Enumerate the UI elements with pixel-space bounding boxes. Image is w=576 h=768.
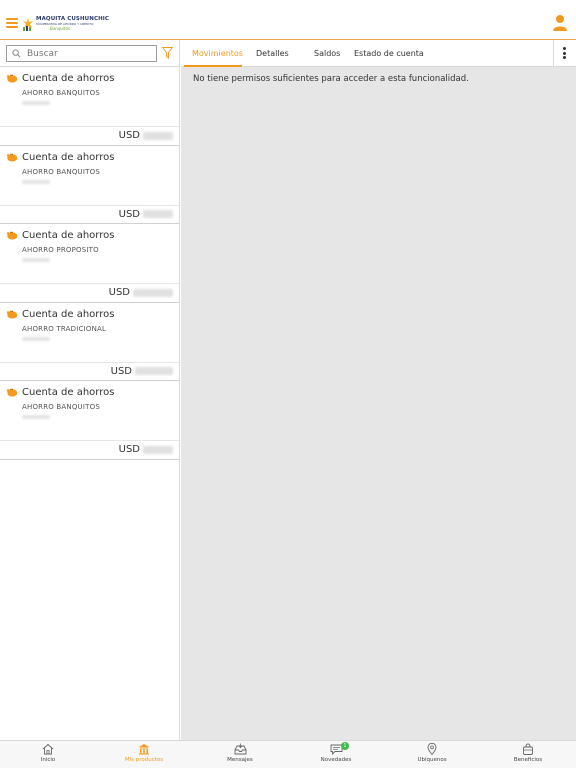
nav-label: Ubíquenos — [417, 757, 447, 763]
account-amount-redacted — [133, 288, 173, 297]
divider — [0, 204, 179, 206]
divider — [553, 40, 554, 67]
account-amount-redacted — [143, 131, 173, 140]
account-currency: USD — [108, 287, 130, 299]
account-title: Cuenta de ahorros — [22, 387, 115, 399]
account-list: Cuenta de ahorros AHORRO BANQUITOS USD C… — [0, 67, 179, 460]
nav-label: Mis productos — [124, 757, 164, 763]
piggy-bank-icon — [6, 153, 18, 162]
account-number-redacted — [22, 258, 50, 263]
nav-inicio[interactable]: Inicio — [18, 743, 78, 767]
tab-saldos[interactable]: Saldos — [314, 49, 340, 58]
search-icon — [12, 49, 21, 58]
inbox-icon — [234, 743, 246, 755]
account-amount-redacted — [135, 367, 173, 376]
logo-mark-icon — [23, 18, 33, 31]
account-balance: USD — [111, 366, 173, 377]
bag-icon — [523, 743, 533, 755]
account-title: Cuenta de ahorros — [22, 230, 115, 242]
account-currency: USD — [118, 444, 140, 456]
notification-badge: 1 — [341, 742, 349, 750]
nav-ubiquenos[interactable]: Ubíquenos — [402, 743, 462, 767]
nav-label: Inicio — [40, 757, 56, 763]
account-type: AHORRO BANQUITOS — [22, 89, 100, 97]
logo-tagline: Banquitos — [50, 26, 71, 32]
nav-label: Beneficios — [513, 757, 543, 763]
account-balance: USD — [109, 287, 173, 298]
account-currency: USD — [118, 130, 140, 141]
nav-mensajes[interactable]: Mensajes — [210, 743, 270, 767]
filter-icon[interactable] — [162, 47, 173, 59]
bank-icon — [139, 744, 149, 755]
account-balance: USD — [119, 209, 173, 220]
account-type: AHORRO BANQUITOS — [22, 403, 100, 412]
permission-message: No tiene permisos suficientes para acced… — [193, 74, 469, 84]
account-item[interactable]: Cuenta de ahorros AHORRO BANQUITOS USD — [0, 146, 179, 225]
location-pin-icon — [427, 743, 437, 755]
more-options-icon[interactable] — [563, 47, 567, 60]
divider — [0, 361, 179, 363]
tab-estado-de-cuenta[interactable]: Estado de cuenta — [354, 49, 424, 58]
user-profile-icon[interactable] — [552, 14, 568, 32]
account-type: AHORRO PROPOSITO — [22, 246, 99, 255]
piggy-bank-icon — [6, 231, 18, 240]
accounts-panel: Cuenta de ahorros AHORRO BANQUITOS USD C… — [0, 40, 180, 740]
nav-label: Mensajes — [227, 757, 253, 763]
account-type: AHORRO TRADICIONAL — [22, 324, 107, 333]
home-icon — [42, 743, 54, 755]
account-title: Cuenta de ahorros — [22, 151, 115, 163]
piggy-bank-icon — [6, 389, 18, 397]
account-item[interactable]: Cuenta de ahorros AHORRO BANQUITOS USD — [0, 381, 179, 460]
account-item[interactable]: Cuenta de ahorros AHORRO BANQUITOS USD — [0, 67, 179, 146]
divider — [0, 126, 179, 127]
nav-mis-productos[interactable]: Mis productos — [114, 743, 174, 767]
search-input[interactable] — [27, 48, 147, 59]
piggy-bank-icon — [6, 310, 18, 319]
divider — [0, 283, 179, 285]
tab-detalles[interactable]: Detalles — [256, 49, 289, 58]
nav-beneficios[interactable]: Beneficios — [498, 743, 558, 767]
account-item[interactable]: Cuenta de ahorros AHORRO PROPOSITO USD — [0, 224, 179, 303]
divider — [0, 440, 179, 442]
account-number-redacted — [22, 336, 50, 341]
nav-novedades[interactable]: 1 Novedades — [306, 742, 366, 767]
account-item[interactable]: Cuenta de ahorros AHORRO TRADICIONAL USD — [0, 303, 179, 382]
account-detail-panel: Movimientos Detalles Saldos Estado de cu… — [181, 40, 576, 740]
bottom-navigation: Inicio Mis productos Mensajes 1 Novedade… — [0, 740, 576, 768]
account-currency: USD — [110, 365, 132, 377]
piggy-bank-icon — [6, 74, 18, 83]
account-currency: USD — [118, 208, 140, 220]
account-number-redacted — [22, 415, 50, 420]
tab-movimientos[interactable]: Movimientos — [192, 49, 243, 58]
logo-subtitle: COOPERATIVA DE AHORRO Y CRÉDITO — [36, 22, 94, 27]
account-title: Cuenta de ahorros — [22, 73, 115, 84]
active-tab-indicator — [184, 65, 242, 67]
account-title: Cuenta de ahorros — [22, 308, 115, 320]
account-balance: USD — [119, 130, 173, 141]
tab-bar: Movimientos Detalles Saldos Estado de cu… — [181, 40, 576, 67]
search-row — [0, 40, 179, 67]
top-bar: MAQUITA CUSHUNCHIC COOPERATIVA DE AHORRO… — [0, 0, 576, 40]
search-box[interactable] — [6, 45, 157, 62]
account-amount-redacted — [143, 210, 173, 219]
account-type: AHORRO BANQUITOS — [22, 167, 100, 176]
nav-label: Novedades — [320, 757, 352, 763]
menu-icon[interactable] — [6, 18, 18, 28]
account-balance: USD — [119, 444, 173, 455]
account-number-redacted — [22, 179, 50, 184]
account-number-redacted — [22, 101, 50, 105]
account-amount-redacted — [143, 445, 173, 454]
logo: MAQUITA CUSHUNCHIC COOPERATIVA DE AHORRO… — [22, 15, 109, 33]
